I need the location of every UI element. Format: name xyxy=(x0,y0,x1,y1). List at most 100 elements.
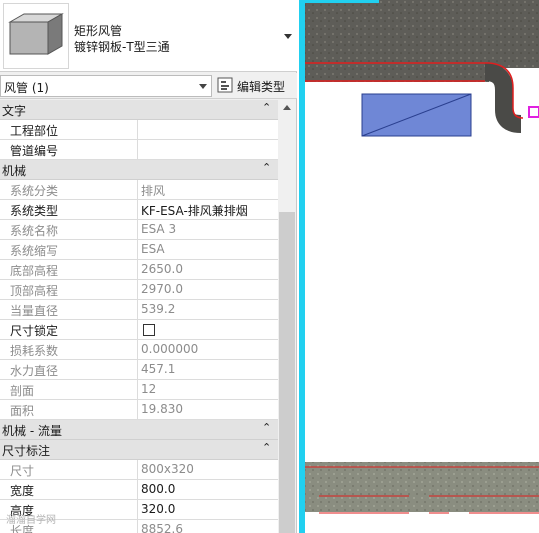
group-header-mechanical[interactable]: 机械 ⌃ xyxy=(0,160,278,180)
property-value: 539.2 xyxy=(141,302,176,316)
column-divider xyxy=(137,300,138,320)
property-label: 尺寸 xyxy=(10,464,35,478)
property-value: 2650.0 xyxy=(141,262,183,276)
property-label: 损耗系数 xyxy=(10,344,59,358)
property-label: 系统类型 xyxy=(10,204,59,218)
model-view-canvas[interactable] xyxy=(299,0,539,533)
property-row-sys-class: 系统分类 排风 xyxy=(0,180,278,200)
column-divider xyxy=(137,280,138,300)
property-label: 当量直径 xyxy=(10,304,59,318)
element-filter-row: 风管 (1) 编辑类型 xyxy=(0,73,297,99)
property-row-loss-coef: 损耗系数 0.000000 xyxy=(0,340,278,360)
lower-duct-band xyxy=(305,462,539,512)
group-label: 尺寸标注 xyxy=(2,444,51,458)
column-divider xyxy=(137,140,138,160)
properties-grid: 文字 ⌃ 工程部位 管道编号 机械 ⌃ 系统分类 排风 系统类型 KF-ESA-… xyxy=(0,100,278,533)
column-divider xyxy=(137,220,138,240)
property-value: 排风 xyxy=(141,184,166,198)
upper-duct-bottom xyxy=(305,62,489,82)
collapse-icon: ⌃ xyxy=(262,161,272,174)
property-label: 底部高程 xyxy=(10,264,59,278)
property-label: 系统分类 xyxy=(10,184,59,198)
active-view-border xyxy=(299,0,305,533)
column-divider xyxy=(137,480,138,500)
property-value: 8852.6 xyxy=(141,522,183,533)
group-header-dimensions[interactable]: 尺寸标注 ⌃ xyxy=(0,440,278,460)
property-value: ESA 3 xyxy=(141,222,177,236)
active-view-border-top xyxy=(299,0,379,3)
group-label: 机械 - 流量 xyxy=(2,424,62,438)
type-family-name: 矩形风管 xyxy=(74,24,123,38)
column-divider xyxy=(137,240,138,260)
group-header-mechanical-flow[interactable]: 机械 - 流量 ⌃ xyxy=(0,420,278,440)
property-value: 19.830 xyxy=(141,402,183,416)
property-row-top-elev: 顶部高程 2970.0 xyxy=(0,280,278,300)
element-filter-label: 风管 (1) xyxy=(4,81,49,95)
group-header-text[interactable]: 文字 ⌃ xyxy=(0,100,278,120)
chevron-down-icon[interactable] xyxy=(284,34,292,39)
property-label: 水力直径 xyxy=(10,364,59,378)
column-divider xyxy=(137,380,138,400)
property-value: 800x320 xyxy=(141,462,194,476)
collapse-icon: ⌃ xyxy=(262,441,272,454)
property-label: 系统缩写 xyxy=(10,244,59,258)
column-divider xyxy=(137,260,138,280)
column-divider xyxy=(137,200,138,220)
column-divider xyxy=(137,120,138,140)
property-label: 系统名称 xyxy=(10,224,59,238)
property-row-sys-abbr: 系统缩写 ESA xyxy=(0,240,278,260)
duct-type-thumbnail xyxy=(3,3,69,69)
chevron-down-icon xyxy=(199,84,207,89)
property-row-equiv-dia: 当量直径 539.2 xyxy=(0,300,278,320)
edit-type-label: 编辑类型 xyxy=(237,80,286,94)
edit-type-icon xyxy=(217,77,233,93)
property-label: 面积 xyxy=(10,404,35,418)
type-selector[interactable]: 矩形风管 镀锌钢板-T型三通 xyxy=(0,0,297,72)
property-label: 顶部高程 xyxy=(10,284,59,298)
property-value[interactable]: 320.0 xyxy=(141,502,175,516)
property-value: 0.000000 xyxy=(141,342,199,356)
property-row-hyd-dia: 水力直径 457.1 xyxy=(0,360,278,380)
property-row-width[interactable]: 宽度 800.0 xyxy=(0,480,278,500)
duct-drawing xyxy=(305,0,539,514)
type-name: 镀锌钢板-T型三通 xyxy=(74,40,170,54)
property-label: 宽度 xyxy=(10,484,35,498)
property-value[interactable]: KF-ESA-排风兼排烟 xyxy=(141,202,248,219)
edit-type-button[interactable]: 编辑类型 xyxy=(215,75,297,97)
column-divider xyxy=(137,460,138,480)
property-value: 2970.0 xyxy=(141,282,183,296)
column-divider xyxy=(137,340,138,360)
property-label: 尺寸锁定 xyxy=(10,324,59,338)
property-value: 457.1 xyxy=(141,362,176,376)
scroll-up-arrow-icon[interactable] xyxy=(283,105,291,110)
column-divider xyxy=(137,320,138,340)
property-label: 剖面 xyxy=(10,384,35,398)
collapse-icon: ⌃ xyxy=(262,101,272,114)
group-label: 文字 xyxy=(2,104,27,118)
column-divider xyxy=(137,180,138,200)
property-row-sys-name: 系统名称 ESA 3 xyxy=(0,220,278,240)
property-row-sys-type[interactable]: 系统类型 KF-ESA-排风兼排烟 xyxy=(0,200,278,220)
size-lock-checkbox[interactable] xyxy=(143,324,155,336)
column-divider xyxy=(137,360,138,380)
upper-duct-band xyxy=(305,0,539,68)
property-label: 工程部位 xyxy=(10,124,59,138)
property-row-work-part[interactable]: 工程部位 xyxy=(0,120,278,140)
column-divider xyxy=(137,500,138,520)
property-row-duct-no[interactable]: 管道编号 xyxy=(0,140,278,160)
properties-scrollbar[interactable] xyxy=(278,100,296,533)
property-label: 管道编号 xyxy=(10,144,59,158)
property-value[interactable]: 800.0 xyxy=(141,482,175,496)
element-filter-dropdown[interactable]: 风管 (1) xyxy=(0,75,212,97)
property-value: 12 xyxy=(141,382,157,396)
property-value: ESA xyxy=(141,242,165,256)
property-row-size: 尺寸 800x320 xyxy=(0,460,278,480)
collapse-icon: ⌃ xyxy=(262,421,272,434)
property-row-area: 面积 19.830 xyxy=(0,400,278,420)
property-row-size-lock[interactable]: 尺寸锁定 xyxy=(0,320,278,340)
watermark: 溜溜自学网 xyxy=(6,515,56,526)
property-row-section: 剖面 12 xyxy=(0,380,278,400)
column-divider xyxy=(137,520,138,533)
magenta-grip[interactable] xyxy=(528,106,539,118)
scrollbar-thumb[interactable] xyxy=(279,212,295,533)
